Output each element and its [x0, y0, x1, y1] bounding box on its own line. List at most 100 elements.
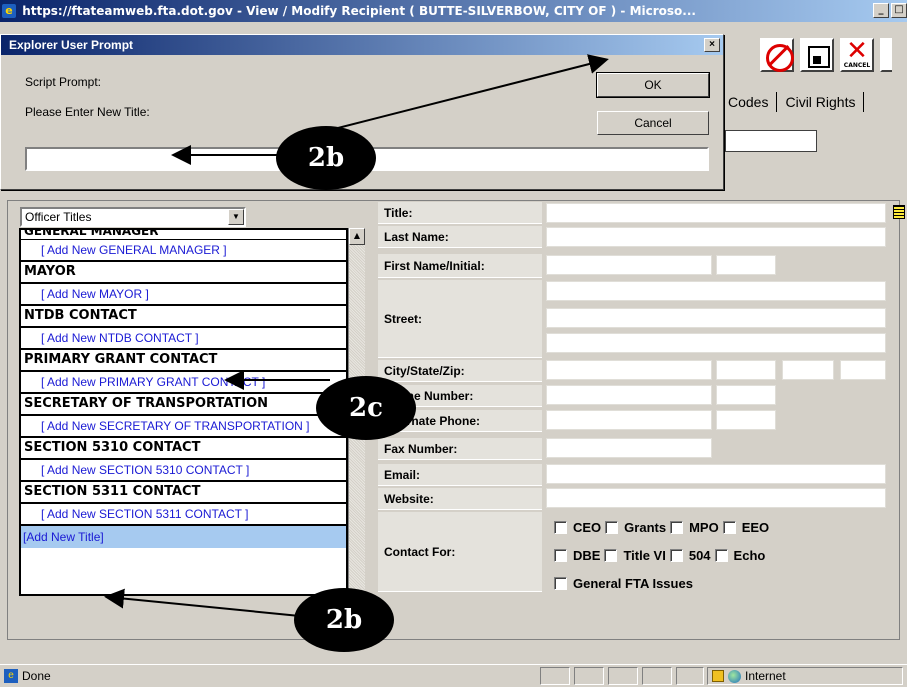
list-header-mayor: MAYOR: [21, 262, 346, 284]
zip-ext-field[interactable]: [840, 360, 886, 380]
scroll-up-icon[interactable]: ▲: [349, 228, 365, 245]
prompt-text: Please Enter New Title:: [25, 105, 150, 119]
street-line-2-field[interactable]: [546, 308, 886, 328]
ie-icon: e: [2, 4, 16, 18]
initial-field[interactable]: [716, 255, 776, 275]
tab-civil-rights[interactable]: Civil Rights: [777, 92, 865, 112]
dbe-checkbox[interactable]: [554, 549, 567, 562]
notes-icon[interactable]: [893, 205, 905, 219]
zone-label: Internet: [745, 669, 786, 683]
street-label: Street:: [378, 280, 542, 358]
phone-number-field[interactable]: [546, 385, 712, 405]
record-toolbar: ✕ CANCEL: [760, 38, 892, 72]
window-title: https://ftateamweb.fta.dot.gov - View / …: [22, 4, 696, 18]
add-mayor-link[interactable]: [ Add New MAYOR ]: [21, 284, 346, 306]
title-field[interactable]: [546, 203, 886, 223]
alternate-phone-field[interactable]: [546, 410, 712, 430]
list-header-secretary-of-transportation: SECRETARY OF TRANSPORTATION: [21, 394, 346, 416]
ceo-checkbox-label: CEO: [573, 520, 602, 535]
minimize-button[interactable]: _: [873, 3, 889, 18]
ok-button[interactable]: OK: [596, 72, 710, 98]
add-new-title-link[interactable]: [Add New Title]: [21, 526, 346, 548]
echo-checkbox[interactable]: [714, 549, 728, 562]
last-name-label: Last Name:: [378, 226, 542, 248]
fax-number-label: Fax Number:: [378, 438, 542, 460]
status-cell: [540, 667, 570, 685]
status-cell: [676, 667, 704, 685]
general-fta-issues-checkbox-label: General FTA Issues: [573, 576, 693, 591]
no-save-icon[interactable]: [760, 38, 794, 72]
city-field[interactable]: [546, 360, 712, 380]
save-icon[interactable]: [800, 38, 834, 72]
email-label: Email:: [378, 464, 542, 486]
street-line-3-field[interactable]: [546, 333, 886, 353]
section-tabs: Codes Civil Rights: [720, 92, 865, 112]
504-checkbox[interactable]: [669, 549, 683, 562]
zip-field[interactable]: [782, 360, 834, 380]
eeo-checkbox[interactable]: [722, 521, 736, 534]
officer-select-value: Officer Titles: [25, 210, 92, 224]
title-vi-checkbox[interactable]: [604, 549, 618, 562]
cancel-button[interactable]: Cancel: [597, 111, 709, 135]
last-name-field[interactable]: [546, 227, 886, 247]
504-checkbox-label: 504: [688, 548, 711, 563]
alternate-phone-ext-field[interactable]: [716, 410, 776, 430]
lock-icon: [712, 670, 724, 682]
browser-window: e https://ftateamweb.fta.dot.gov - View …: [0, 0, 907, 687]
cancel-icon-caption: CANCEL: [843, 62, 871, 69]
status-cell: [642, 667, 672, 685]
contact-for-label: Contact For:: [378, 512, 542, 592]
mpo-checkbox-label: MPO: [689, 520, 719, 535]
add-ntdb-contact-link[interactable]: [ Add New NTDB CONTACT ]: [21, 328, 346, 350]
eeo-checkbox-label: EEO: [741, 520, 770, 535]
email-field[interactable]: [546, 464, 886, 484]
globe-icon: [728, 669, 741, 683]
add-section-5310-contact-link[interactable]: [ Add New SECTION 5310 CONTACT ]: [21, 460, 346, 482]
callout-2b-dialog: 2b: [276, 126, 376, 190]
maximize-button[interactable]: □: [891, 3, 907, 18]
grants-checkbox[interactable]: [605, 521, 619, 534]
status-bar: e Done Internet: [0, 664, 907, 687]
grants-checkbox-label: Grants: [624, 520, 667, 535]
city-state-zip-label: City/State/Zip:: [378, 360, 542, 382]
list-header-primary-grant-contact: PRIMARY GRANT CONTACT: [21, 350, 346, 372]
callout-2b-add-title: 2b: [294, 588, 394, 652]
cancel-icon[interactable]: ✕ CANCEL: [840, 38, 874, 72]
callout-2c-list: 2c: [316, 376, 416, 440]
script-prompt-label: Script Prompt:: [25, 75, 102, 89]
add-section-5311-contact-link[interactable]: [ Add New SECTION 5311 CONTACT ]: [21, 504, 346, 526]
add-secretary-of-transportation-link[interactable]: [ Add New SECRETARY OF TRANSPORTATION ]: [21, 416, 346, 438]
security-zone: Internet: [707, 667, 903, 685]
list-header-ntdb-contact: NTDB CONTACT: [21, 306, 346, 328]
street-line-1-field[interactable]: [546, 281, 886, 301]
phone-ext-field[interactable]: [716, 385, 776, 405]
dialog-title: Explorer User Prompt: [9, 38, 134, 52]
page-icon: e: [4, 669, 18, 683]
state-field[interactable]: [716, 360, 776, 380]
tab-codes[interactable]: Codes: [720, 92, 778, 112]
first-name-field[interactable]: [546, 255, 712, 275]
status-cell: [574, 667, 604, 685]
close-icon[interactable]: ×: [704, 38, 720, 52]
chevron-down-icon[interactable]: ▼: [228, 209, 244, 225]
echo-checkbox-label: Echo: [733, 548, 766, 563]
dialog-titlebar: Explorer User Prompt ×: [1, 35, 723, 55]
fax-number-field[interactable]: [546, 438, 712, 458]
add-primary-grant-contact-link[interactable]: [ Add New PRIMARY GRANT CONTACT ]: [21, 372, 346, 394]
ceo-checkbox[interactable]: [554, 521, 567, 534]
list-header-section-5311-contact: SECTION 5311 CONTACT: [21, 482, 346, 504]
title-vi-checkbox-label: Title VI: [623, 548, 666, 563]
more-icon[interactable]: [880, 38, 892, 72]
frame-bottom-area: [0, 640, 907, 664]
website-label: Website:: [378, 488, 542, 510]
website-field[interactable]: [546, 488, 886, 508]
general-fta-issues-checkbox[interactable]: [554, 577, 567, 590]
status-cell: [608, 667, 638, 685]
officer-title-list: GENERAL MANAGER [ Add New GENERAL MANAGE…: [19, 228, 348, 596]
background-input[interactable]: [725, 130, 817, 152]
add-general-manager-link[interactable]: [ Add New GENERAL MANAGER ]: [21, 240, 346, 262]
officer-titles-select[interactable]: Officer Titles ▼: [20, 207, 246, 227]
list-header-section-5310-contact: SECTION 5310 CONTACT: [21, 438, 346, 460]
window-titlebar: e https://ftateamweb.fta.dot.gov - View …: [0, 0, 907, 22]
mpo-checkbox[interactable]: [670, 521, 684, 534]
